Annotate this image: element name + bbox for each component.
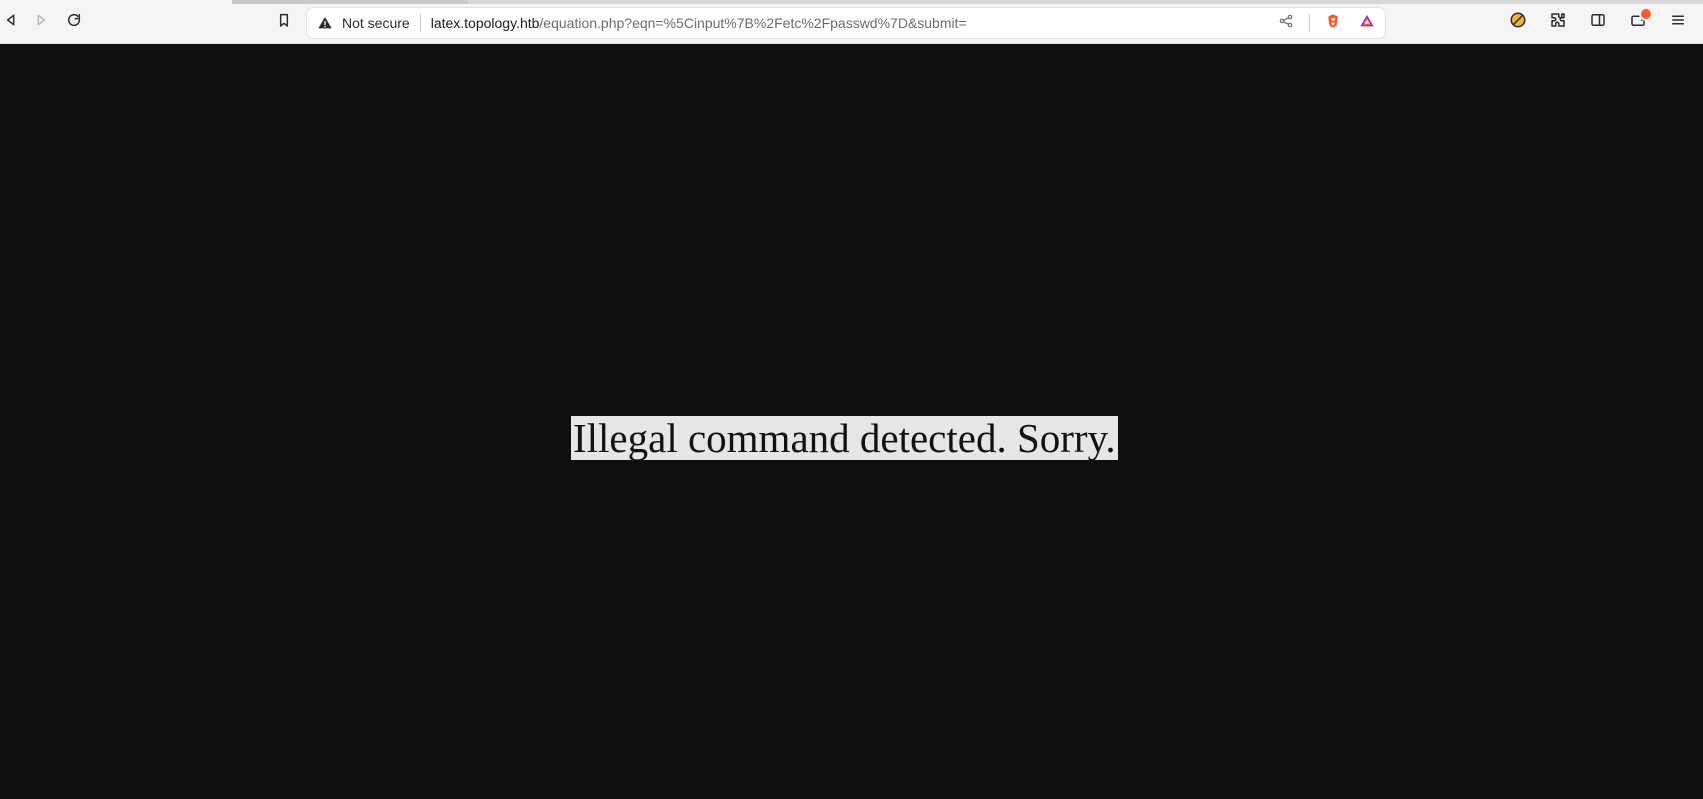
forward-button[interactable] [30, 11, 52, 33]
share-icon [1278, 13, 1294, 34]
page-content: Illegal command detected. Sorry. [0, 44, 1703, 799]
brave-rewards-button[interactable] [1356, 12, 1378, 34]
toolbar-actions [1507, 9, 1689, 33]
security-label[interactable]: Not secure [342, 14, 421, 32]
tab-strip [232, 0, 1703, 4]
address-bar[interactable]: Not secure latex.topology.htb/equation.p… [306, 7, 1386, 39]
back-icon [3, 12, 19, 33]
back-button[interactable] [0, 11, 22, 33]
sidebar-button[interactable] [1587, 11, 1609, 33]
reload-icon [66, 12, 82, 33]
bookmark-button[interactable] [273, 11, 295, 33]
url-text[interactable]: latex.topology.htb/equation.php?eqn=%5Ci… [431, 14, 1265, 32]
address-bar-actions [1275, 12, 1378, 34]
menu-icon [1669, 11, 1687, 34]
sidebar-icon [1589, 11, 1607, 34]
menu-button[interactable] [1667, 11, 1689, 33]
blocked-button[interactable] [1507, 11, 1529, 33]
bookmark-icon [276, 12, 292, 33]
brave-rewards-icon [1359, 13, 1375, 34]
url-path: /equation.php?eqn=%5Cinput%7B%2Fetc%2Fpa… [539, 15, 967, 31]
warning-icon[interactable] [316, 14, 334, 32]
address-bar-separator [1309, 14, 1310, 32]
wallet-button[interactable] [1627, 9, 1651, 33]
notification-dot [1641, 9, 1651, 19]
puzzle-icon [1549, 11, 1567, 34]
share-button[interactable] [1275, 12, 1297, 34]
error-message: Illegal command detected. Sorry. [571, 415, 1118, 461]
forward-icon [33, 12, 49, 33]
browser-toolbar: Not secure latex.topology.htb/equation.p… [0, 0, 1703, 44]
brave-shields-icon [1325, 13, 1341, 34]
reload-button[interactable] [63, 11, 85, 33]
url-host: latex.topology.htb [430, 15, 540, 31]
blocked-icon [1509, 11, 1527, 34]
brave-shields-button[interactable] [1322, 12, 1344, 34]
extensions-button[interactable] [1547, 11, 1569, 33]
